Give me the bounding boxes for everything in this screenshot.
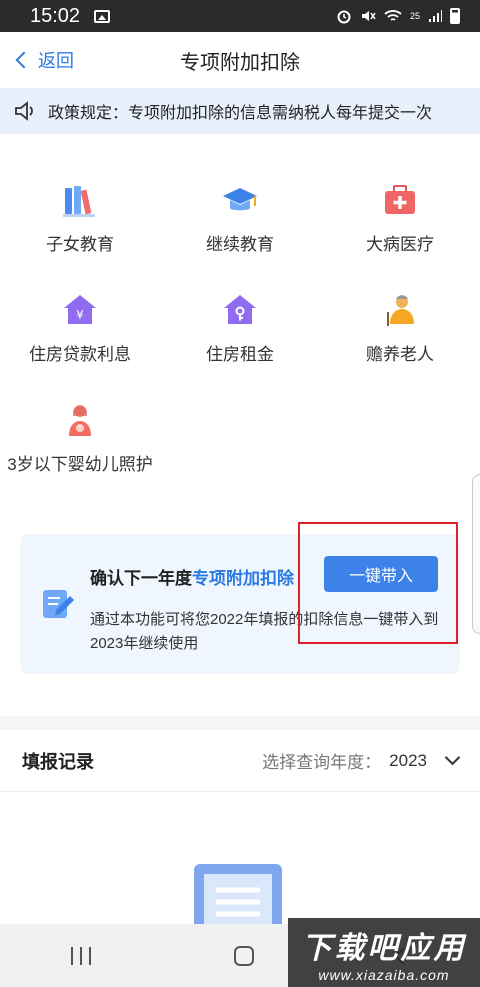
- graduation-cap-icon: [223, 188, 257, 211]
- records-title: 填报记录: [22, 751, 94, 772]
- edge-panel-handle[interactable]: [472, 474, 480, 634]
- category-label: 住房租金: [206, 345, 274, 364]
- alarm-icon: [337, 10, 351, 24]
- app-header: 返回 专项附加扣除: [0, 32, 480, 88]
- category-label: 住房贷款利息: [29, 345, 131, 364]
- elder-icon: [387, 295, 414, 326]
- category-label: 继续教育: [206, 235, 274, 254]
- category-elder-support[interactable]: 赡养老人: [320, 270, 480, 380]
- mute-icon: [361, 11, 376, 21]
- year-selector-value: 2023: [389, 750, 427, 770]
- year-selector-label: 选择查询年度：: [262, 753, 382, 772]
- image-notification-icon: [94, 9, 111, 23]
- category-label: 大病医疗: [366, 235, 434, 254]
- medical-kit-icon: [385, 185, 415, 214]
- back-button[interactable]: 返回: [15, 47, 74, 73]
- home-button[interactable]: [233, 945, 254, 966]
- books-icon: [63, 186, 95, 217]
- section-divider: [0, 716, 480, 730]
- year-selector[interactable]: 选择查询年度： 2023: [262, 748, 461, 773]
- chevron-left-icon: [15, 51, 33, 69]
- signal-icon: [429, 10, 442, 22]
- policy-notice: 政策规定：专项附加扣除的信息需纳税人每年提交一次: [0, 88, 480, 134]
- back-label: 返回: [38, 51, 74, 71]
- category-child-education[interactable]: 子女教育: [0, 160, 160, 270]
- category-label: 子女教育: [46, 235, 114, 254]
- watermark-line1: 下载吧应用: [301, 931, 467, 965]
- recent-apps-button[interactable]: [71, 946, 92, 965]
- watermark-line2: www.xiazaiba.com: [318, 966, 450, 983]
- category-continuing-education[interactable]: 继续教育: [160, 160, 320, 270]
- chevron-down-icon: [444, 749, 461, 766]
- category-medical[interactable]: 大病医疗: [320, 160, 480, 270]
- document-edit-icon: [43, 590, 74, 618]
- speaker-icon: [15, 101, 33, 121]
- house-loan-icon: ¥: [64, 295, 96, 324]
- status-bar: 15:02 25: [0, 0, 480, 32]
- deduction-categories: 子女教育 继续教育 大病医疗 ¥ 住房贷款利息 住房租金 赡养老人 3岁以下婴幼…: [0, 134, 480, 510]
- highlight-annotation-box: [298, 522, 458, 644]
- network-label: 25: [409, 11, 420, 21]
- watermark-logo: 下载吧应用 www.xiazaiba.com: [288, 918, 480, 987]
- category-housing-rent[interactable]: 住房租金: [160, 270, 320, 380]
- category-infant-care[interactable]: 3岁以下婴幼儿照护: [0, 380, 160, 510]
- category-label: 赡养老人: [366, 345, 434, 364]
- svg-text:¥: ¥: [76, 308, 84, 322]
- filing-records-header: 填报记录 选择查询年度： 2023: [0, 730, 480, 792]
- status-time: 15:02: [30, 4, 81, 27]
- mother-baby-icon: [69, 405, 91, 436]
- notice-text: 政策规定：专项附加扣除的信息需纳税人每年提交一次: [48, 105, 433, 122]
- wifi-icon: [384, 10, 402, 21]
- category-housing-loan[interactable]: ¥ 住房贷款利息: [0, 270, 160, 380]
- house-key-icon: [224, 295, 256, 324]
- promo-title-prefix: 确认下一年度: [90, 569, 192, 588]
- promo-title: 确认下一年度专项附加扣除: [90, 564, 294, 589]
- promo-title-highlight: 专项附加扣除: [192, 569, 294, 588]
- category-label: 3岁以下婴幼儿照护: [7, 455, 153, 474]
- battery-icon: [450, 8, 460, 24]
